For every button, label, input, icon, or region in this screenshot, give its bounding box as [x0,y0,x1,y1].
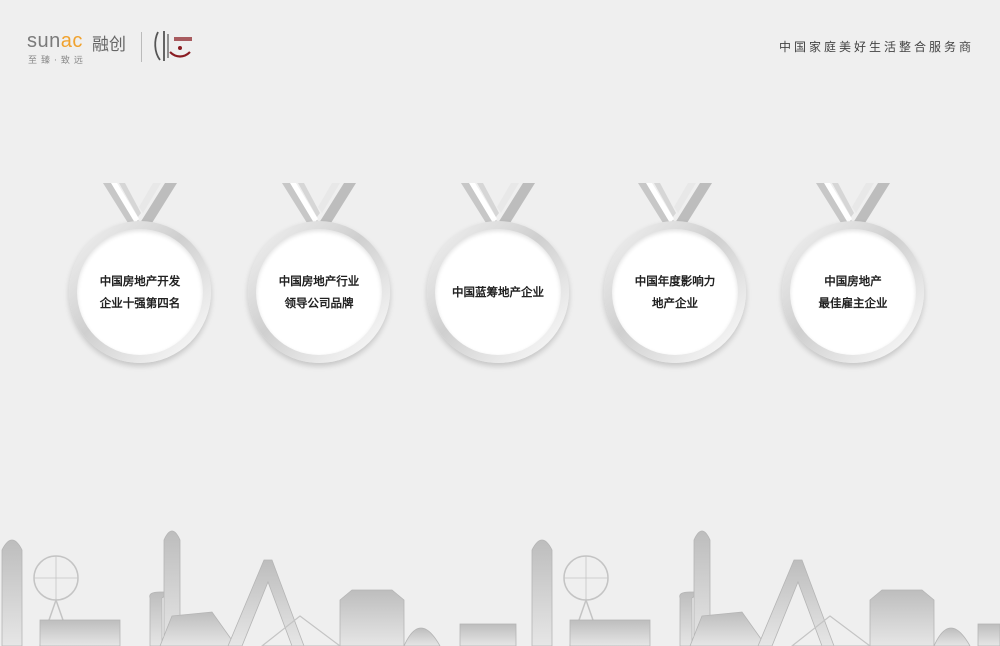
medal-disc: 中国房地产行业 领导公司品牌 [248,221,390,363]
medal-disc: 中国年度影响力 地产企业 [604,221,746,363]
medal-disc: 中国蓝筹地产企业 [427,221,569,363]
medal-text-line1: 中国房地产行业 [278,274,360,288]
medal-text-line1: 中国房地产 [824,274,882,288]
medal-face: 中国年度影响力 地产企业 [612,229,738,355]
medal-text-line2: 地产企业 [652,296,698,310]
award-medal: 中国房地产 最佳雇主企业 [778,183,928,368]
medal-disc: 中国房地产开发 企业十强第四名 [69,221,211,363]
medal-face: 中国房地产 最佳雇主企业 [790,229,916,355]
medal-text-line2: 领导公司品牌 [284,296,354,310]
medal-face: 中国蓝筹地产企业 [435,229,561,355]
award-medal: 中国房地产开发 企业十强第四名 [65,183,215,368]
medal-disc: 中国房地产 最佳雇主企业 [782,221,924,363]
medal-text-line2: 企业十强第四名 [99,296,181,310]
medal-text-line2: 最佳雇主企业 [818,296,888,310]
award-medal: 中国房地产行业 领导公司品牌 [244,183,394,368]
medal-face: 中国房地产开发 企业十强第四名 [77,229,203,355]
medal-text-line1: 中国房地产开发 [99,274,181,288]
medal-text-line1: 中国年度影响力 [634,274,716,288]
medal-text-line1: 中国蓝筹地产企业 [452,285,544,299]
city-skyline-illustration [1,530,1000,646]
medal-face: 中国房地产行业 领导公司品牌 [256,229,382,355]
award-medal: 中国年度影响力 地产企业 [600,183,750,368]
award-medal: 中国蓝筹地产企业 [423,183,573,368]
